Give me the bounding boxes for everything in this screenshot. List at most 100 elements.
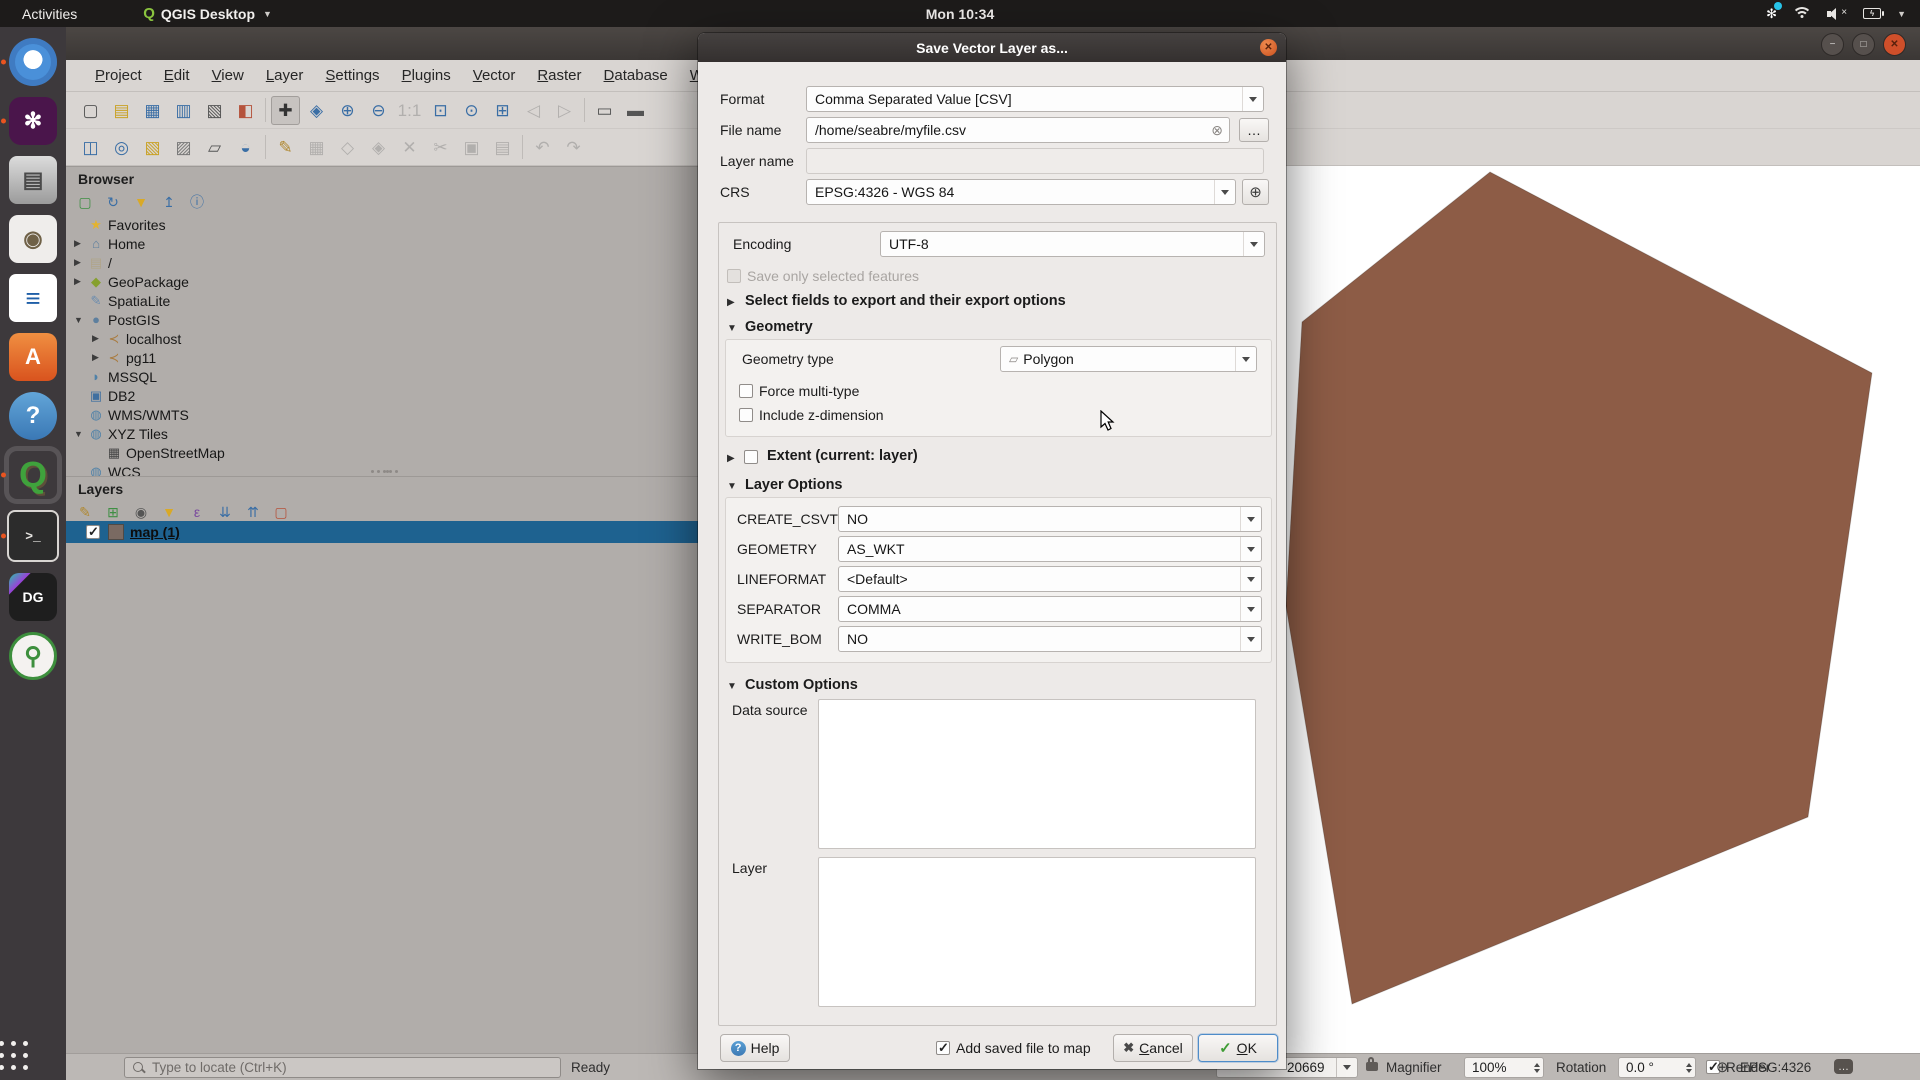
menu-view[interactable]: View: [201, 63, 255, 88]
expander-icon[interactable]: ▶: [92, 352, 104, 363]
toggle-editing-button[interactable]: ✎: [271, 133, 300, 162]
dock-seahorse[interactable]: ⚲: [9, 632, 57, 680]
browser-item-db2[interactable]: ▣ DB2: [66, 386, 706, 405]
slack-tray-icon[interactable]: ✻: [1766, 6, 1777, 22]
expander-icon[interactable]: ▶: [74, 238, 86, 249]
browser-item-postgis[interactable]: ▼ ● PostGIS: [66, 310, 706, 329]
zoom-to-selection-button[interactable]: ⊙: [457, 96, 486, 125]
browser-item-root[interactable]: ▶ ▤ /: [66, 253, 706, 272]
save-project-button[interactable]: ▦: [138, 96, 167, 125]
help-button[interactable]: ? Help: [720, 1034, 790, 1062]
expander-icon[interactable]: ▶: [74, 257, 86, 268]
zoom-to-layer-button[interactable]: ⊞: [488, 96, 517, 125]
clear-text-icon[interactable]: ⊗: [1211, 122, 1223, 139]
toolbar-separator[interactable]: [581, 96, 588, 125]
extent-checkbox[interactable]: [744, 450, 758, 464]
cancel-button[interactable]: ✖ Cancel: [1113, 1034, 1193, 1062]
add-group-button[interactable]: ⊞: [102, 501, 124, 523]
encoding-combobox[interactable]: UTF-8: [880, 231, 1265, 257]
browser-item-spatialite[interactable]: ✎ SpatiaLite: [66, 291, 706, 310]
force-multi-type-checkbox[interactable]: [739, 384, 753, 398]
scale-dropdown-button[interactable]: [1336, 1058, 1357, 1077]
show-layout-manager-button[interactable]: ▧: [200, 96, 229, 125]
browser-item-home[interactable]: ▶ ⌂ Home: [66, 234, 706, 253]
expander-icon[interactable]: ▶: [74, 276, 86, 287]
zoom-native-button[interactable]: 1:1: [395, 96, 424, 125]
filter-by-expression-button[interactable]: ε: [186, 501, 208, 523]
magnifier-spinbox[interactable]: 100%: [1464, 1057, 1544, 1078]
browser-collapse-all-button[interactable]: ↥: [158, 191, 180, 213]
window-minimize-button[interactable]: −: [1821, 33, 1844, 56]
toolbar-separator[interactable]: [262, 96, 269, 125]
layer-option-combobox[interactable]: NO: [838, 626, 1262, 652]
menu-settings[interactable]: Settings: [314, 63, 390, 88]
deselect-features-button[interactable]: ▨: [169, 133, 198, 162]
geometry-header[interactable]: Geometry: [745, 319, 813, 335]
paste-features-button[interactable]: ▤: [488, 133, 517, 162]
style-manager-button[interactable]: ◧: [231, 96, 260, 125]
menu-layer[interactable]: Layer: [255, 63, 315, 88]
dock-media-player[interactable]: ◉: [9, 215, 57, 263]
layer-visibility-checkbox[interactable]: [86, 525, 100, 539]
dock-datagrip[interactable]: DG: [9, 573, 57, 621]
save-layer-edits-button[interactable]: ▦: [302, 133, 331, 162]
open-project-button[interactable]: ▤: [107, 96, 136, 125]
include-z-checkbox[interactable]: [739, 408, 753, 422]
wifi-icon[interactable]: [1793, 7, 1811, 20]
battery-icon[interactable]: ϟ: [1863, 8, 1881, 19]
add-saved-file-checkbox[interactable]: [936, 1041, 950, 1055]
crs-combobox[interactable]: EPSG:4326 - WGS 84: [806, 179, 1236, 205]
menu-vector[interactable]: Vector: [462, 63, 527, 88]
add-feature-button[interactable]: ◇: [333, 133, 362, 162]
copy-features-button[interactable]: ▣: [457, 133, 486, 162]
zoom-full-button[interactable]: ⊡: [426, 96, 455, 125]
browser-filter-button[interactable]: ▼: [130, 191, 152, 213]
menu-database[interactable]: Database: [593, 63, 679, 88]
identify-features-button[interactable]: ◎: [107, 133, 136, 162]
expander-icon[interactable]: ▶: [92, 333, 104, 344]
dock-libreoffice-writer[interactable]: ≡: [9, 274, 57, 322]
custom-options-header[interactable]: Custom Options: [745, 677, 858, 693]
collapse-all-button[interactable]: ⇈: [242, 501, 264, 523]
layer-options-header[interactable]: Layer Options: [745, 477, 843, 493]
expand-all-button[interactable]: ⇊: [214, 501, 236, 523]
manage-map-themes-button[interactable]: ◉: [130, 501, 152, 523]
dock-file-cabinet[interactable]: ▤: [9, 156, 57, 204]
pan-map-button[interactable]: ✚: [271, 96, 300, 125]
menu-raster[interactable]: Raster: [526, 63, 592, 88]
crs-status[interactable]: EPSG:4326: [1740, 1060, 1811, 1075]
redo-button[interactable]: ↷: [559, 133, 588, 162]
rotation-spinbox[interactable]: 0.0 °: [1618, 1057, 1696, 1078]
dock-qgis[interactable]: Q: [9, 451, 57, 499]
new-project-button[interactable]: ▢: [76, 96, 105, 125]
layer-option-combobox[interactable]: COMMA: [838, 596, 1262, 622]
data-source-textarea[interactable]: [818, 699, 1256, 849]
browser-item-mssql[interactable]: ◗ MSSQL: [66, 367, 706, 386]
zoom-out-button[interactable]: ⊖: [364, 96, 393, 125]
clock[interactable]: Mon 10:34: [926, 6, 994, 22]
select-crs-button[interactable]: ⊕: [1242, 179, 1269, 205]
browser-item-xyz-tiles[interactable]: ▼ ◍ XYZ Tiles: [66, 424, 706, 443]
messages-icon[interactable]: …: [1834, 1059, 1853, 1074]
zoom-in-button[interactable]: ⊕: [333, 96, 362, 125]
filename-input[interactable]: /home/seabre/myfile.csv ⊗: [806, 117, 1230, 143]
layer-option-combobox[interactable]: <Default>: [838, 566, 1262, 592]
delete-selected-button[interactable]: ✕: [395, 133, 424, 162]
open-layer-styling-button[interactable]: ✎: [74, 501, 96, 523]
expander-icon[interactable]: ▼: [727, 481, 737, 492]
zoom-next-button[interactable]: ▷: [550, 96, 579, 125]
undo-button[interactable]: ↶: [528, 133, 557, 162]
browser-item-wms-wmts[interactable]: ◍ WMS/WMTS: [66, 405, 706, 424]
menu-plugins[interactable]: Plugins: [391, 63, 462, 88]
custom-layer-textarea[interactable]: [818, 857, 1256, 1007]
spinner-arrows-icon[interactable]: [1686, 1060, 1692, 1076]
pan-to-selection-button[interactable]: ◈: [302, 96, 331, 125]
show-layouts-button[interactable]: ▬: [621, 96, 650, 125]
chevron-down-icon[interactable]: ▼: [1897, 9, 1906, 19]
map-tips-button[interactable]: ◒: [231, 133, 260, 162]
browser-item-localhost[interactable]: ▶ ≺ localhost: [66, 329, 706, 348]
activities-button[interactable]: Activities: [16, 6, 83, 22]
extent-header[interactable]: Extent (current: layer): [767, 448, 918, 464]
browser-item-favorites[interactable]: ★ Favorites: [66, 215, 706, 234]
toolbar-separator[interactable]: [262, 133, 269, 162]
